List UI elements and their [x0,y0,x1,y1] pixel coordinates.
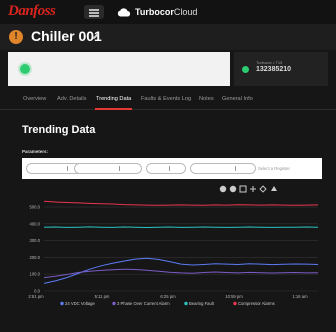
active-tab-indicator [95,108,132,110]
y-tick-label: 100.0 [30,272,41,277]
brand-light: Cloud [173,7,198,17]
menu-icon-line [89,15,99,17]
brand-bold: Turbocor [135,7,174,17]
parameter-chip[interactable] [190,163,256,174]
page-header: ! Chiller 001 [0,24,336,50]
tab-notes[interactable]: Notes [199,96,214,102]
reset-zoom-icon[interactable] [259,185,267,193]
series-line [43,257,319,284]
y-tick-label: 400.0 [30,221,41,226]
legend-marker [233,301,237,306]
chart-legend: 24 VDC Voltage 3 Phase Over Current Alarm… [60,301,275,306]
x-tick-label: 1:16 am [292,294,308,299]
trend-chart: 0.0 100.0 200.0 300.0 400.0 500.0 2:51 pm 5:11… [22,183,322,323]
legend-label: Bearing Fault [189,301,215,306]
parameter-chip[interactable] [146,163,186,174]
tab-trending-data[interactable]: Trending Data [96,96,131,102]
chart-grid [44,206,318,292]
y-tick-label: 200.0 [30,255,41,260]
chip-divider [67,166,68,171]
x-axis: 2:51 pm 5:11 pm 6:25 pm 10:59 pm 1:16 am [28,294,308,299]
tab-overview[interactable]: Overview [23,96,46,102]
chip-divider [169,166,170,171]
legend-marker [184,301,188,306]
series-line [43,226,319,229]
legend-label: 3 Phase Over Current Alarm [117,301,170,306]
legend-label: Compressor Alarms [238,301,275,306]
register-select-input[interactable]: Select a Register [258,166,290,171]
serial-status-indicator [242,66,249,73]
edit-icon[interactable] [92,32,100,40]
y-tick-label: 500.0 [30,205,41,210]
legend-marker [112,301,116,306]
menu-toggle-button[interactable] [84,5,104,19]
top-bar: Danfoss TurbocorCloud [0,0,336,24]
serial-card: Turbocor • T15 132385210 [234,52,328,86]
status-ok-indicator [20,64,30,74]
x-tick-label: 2:51 pm [28,294,44,299]
x-tick-label: 5:11 pm [95,294,110,299]
chip-divider [119,166,120,171]
status-panel: Turbocor • T15 132385210 [8,52,328,86]
x-tick-label: 6:25 pm [160,294,176,299]
serial-label: Turbocor • T15 [256,60,283,65]
parameter-chip[interactable] [74,163,142,174]
section-title: Trending Data [22,124,96,136]
y-tick-label: 300.0 [30,238,41,243]
warning-icon: ! [9,30,23,44]
status-card [8,52,230,86]
legend-label: 24 VDC Voltage [65,301,95,306]
tab-adv-details[interactable]: Adv. Details [57,96,86,102]
brand-name: TurbocorCloud [135,7,197,17]
y-axis: 0.0 100.0 200.0 300.0 400.0 500.0 [30,205,41,294]
cloud-icon [117,8,131,17]
parameters-label: Parameters: [22,149,49,154]
pan-icon[interactable] [250,186,256,192]
serial-value: 132385210 [256,66,292,73]
zoom-out-icon[interactable] [229,185,237,193]
danfoss-logo: Danfoss [8,3,56,19]
x-tick-label: 10:59 pm [225,294,243,299]
chart-toolbar [219,185,277,193]
menu-icon [89,9,99,11]
zoom-in-icon[interactable] [219,185,227,193]
tab-general-info[interactable]: General Info [222,96,253,102]
select-zoom-icon[interactable] [239,185,247,193]
y-tick-label: 0.0 [34,289,40,294]
chip-divider [235,166,236,171]
parameters-selector: Select a Register [22,158,322,179]
series-line [43,200,319,206]
chart-series [43,200,319,284]
download-menu-icon[interactable] [271,186,277,191]
menu-icon-line [89,12,99,14]
tab-faults-events-log[interactable]: Faults & Events Log [141,96,191,102]
legend-marker [60,301,64,306]
tab-bar: Overview Adv. Details Trending Data Faul… [0,90,336,110]
trend-chart-svg: 0.0 100.0 200.0 300.0 400.0 500.0 2:51 pm 5:11… [28,185,319,306]
